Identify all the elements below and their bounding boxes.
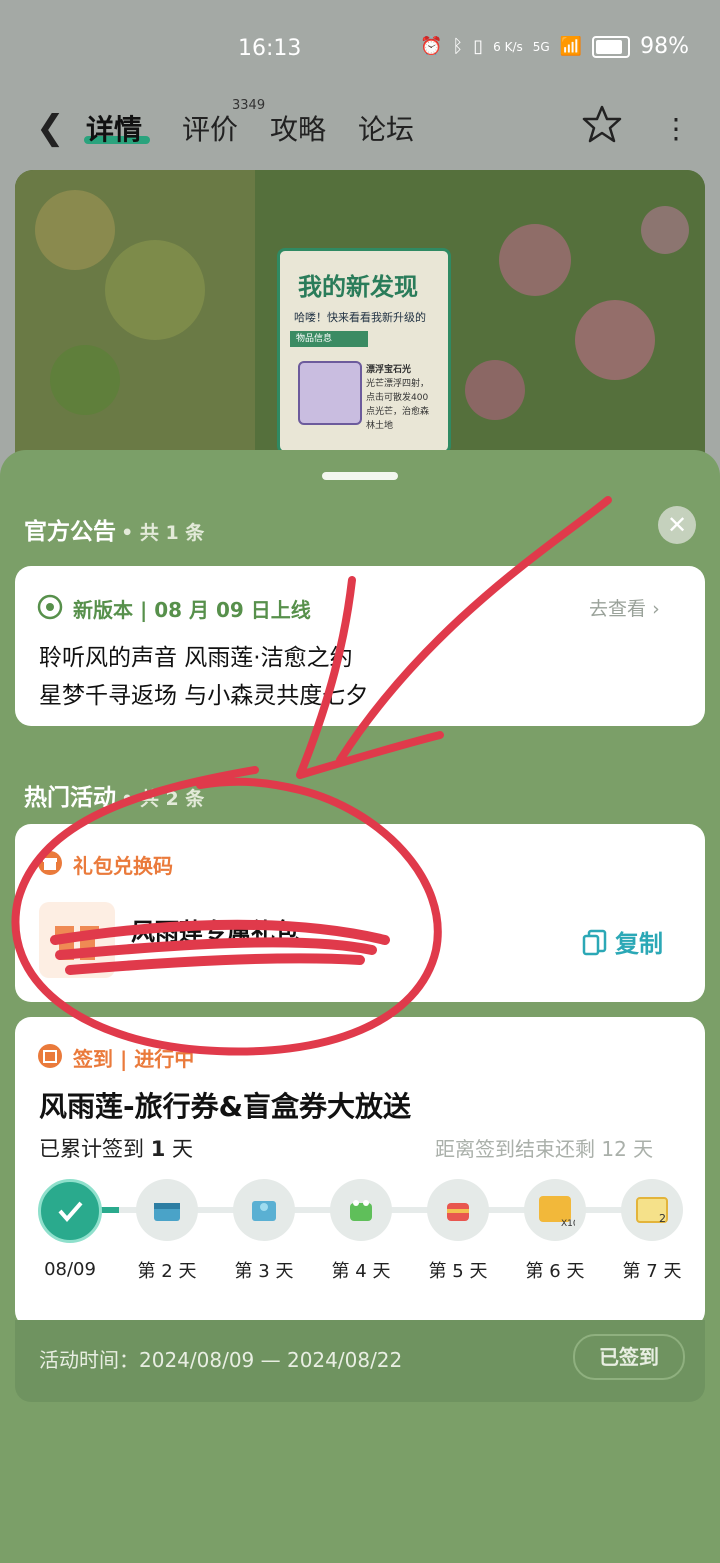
checkin-day-7[interactable]: 2 第 7 天 — [619, 1179, 685, 1283]
battery-icon — [592, 35, 631, 58]
announcement-card[interactable]: 新版本 | 08 月 09 日上线 去查看 › 聆听风的声音 风雨莲·洁愈之约 … — [15, 566, 705, 726]
version-label: 新版本 | 08 月 09 日上线 — [73, 598, 311, 622]
reward-box-icon — [427, 1179, 489, 1241]
back-arrow-icon[interactable]: ❮ — [36, 108, 65, 148]
signal-label: 5G — [532, 39, 550, 54]
checkin-day-1[interactable]: 08/09 — [37, 1179, 103, 1280]
status-time: 16:13 — [238, 36, 302, 61]
checkin-day-2[interactable]: 第 2 天 — [134, 1179, 200, 1283]
announcement-line-2: 星梦千寻返场 与小森灵共度七夕 — [39, 683, 369, 709]
review-count-badge: 3349 — [232, 98, 266, 113]
checkin-day-5[interactable]: 第 5 天 — [425, 1179, 491, 1283]
checkin-day-4[interactable]: 第 4 天 — [328, 1179, 394, 1283]
note-item-text: 漂浮宝石光 光芒漂浮四射，点击可散发400点光芒，治愈森林土地 — [366, 363, 436, 433]
status-icons: ⏰ ᛒ ▯ 6 K/s 5G 📶 98% — [420, 34, 689, 59]
acc-days: 1 — [150, 1137, 166, 1161]
note-tag: 物品信息 — [290, 331, 368, 347]
gem-item-icon — [298, 361, 362, 425]
day-label: 第 6 天 — [525, 1261, 585, 1282]
item-name: 漂浮宝石光 — [366, 365, 412, 375]
tab-details[interactable]: 详情 — [86, 108, 142, 148]
net-speed: 6 K/s — [493, 39, 523, 54]
checkin-day-6[interactable]: X10 第 6 天 — [522, 1179, 588, 1283]
day-label: 第 2 天 — [137, 1261, 197, 1282]
announcement-count: • 共 1 条 — [121, 522, 205, 544]
check-icon — [38, 1179, 102, 1243]
checkin-accumulated: 已累计签到 1 天 — [39, 1133, 193, 1163]
update-icon — [37, 594, 63, 620]
discovery-note-card: 我的新发现 哈喽！快来看看我新升级的 物品信息 漂浮宝石光 光芒漂浮四射，点击可… — [277, 248, 451, 454]
note-subtitle: 哈喽！快来看看我新升级的 — [294, 311, 426, 324]
sheet-drag-handle[interactable] — [322, 472, 398, 480]
gift-name: 风雨莲专属礼包 — [131, 918, 299, 946]
chevron-right-icon: › — [652, 598, 660, 620]
note-title: 我的新发现 — [298, 273, 418, 301]
tab-reviews[interactable]: 评价 — [182, 108, 238, 148]
view-link-label: 去查看 — [589, 598, 647, 620]
checkin-title: 风雨莲-旅行券&盲盒券大放送 — [39, 1090, 412, 1123]
day-label: 第 3 天 — [234, 1261, 294, 1282]
signal-icon: 📶 — [559, 36, 583, 57]
checkin-card[interactable]: 签到 | 进行中 风雨莲-旅行券&盲盒券大放送 已累计签到 1 天 距离签到结束… — [15, 1017, 705, 1327]
calendar-icon — [38, 1044, 62, 1068]
status-bar: 16:13 ⏰ ᛒ ▯ 6 K/s 5G 📶 98% — [0, 0, 720, 90]
checkin-day-3[interactable]: 第 3 天 — [231, 1179, 297, 1283]
svg-text:2: 2 — [659, 1212, 666, 1225]
reward-ticket-x10-icon: X10 — [524, 1179, 586, 1241]
activities-count: • 共 2 条 — [121, 788, 205, 810]
copy-button[interactable]: 复制 — [581, 924, 663, 959]
announcement-line-1: 聆听风的声音 风雨莲·洁愈之约 — [39, 645, 353, 671]
vibrate-icon: ▯ — [473, 36, 484, 57]
reward-chest-icon — [136, 1179, 198, 1241]
game-banner-image[interactable]: 我的新发现 哈喽！快来看看我新升级的 物品信息 漂浮宝石光 光芒漂浮四射，点击可… — [15, 170, 705, 470]
gift-code-label: 礼包兑换码 — [73, 854, 173, 878]
view-link[interactable]: 去查看 › — [589, 594, 660, 621]
tab-guides[interactable]: 攻略 — [270, 108, 326, 148]
day-label: 08/09 — [44, 1259, 96, 1280]
signed-button[interactable]: 已签到 — [573, 1334, 685, 1380]
announcement-title: 官方公告 — [24, 519, 116, 545]
activities-header: 热门活动 • 共 2 条 — [24, 778, 204, 812]
more-options-icon[interactable]: ⋮ — [662, 112, 690, 145]
top-nav: ❮ 详情 评价 3349 攻略 论坛 ⋮ — [0, 90, 720, 160]
gift-icon — [38, 851, 62, 875]
reward-frog-icon — [330, 1179, 392, 1241]
copy-icon — [582, 929, 607, 955]
close-icon[interactable]: ✕ — [658, 506, 696, 544]
announcement-header: 官方公告 • 共 1 条 — [24, 512, 204, 546]
acc-prefix: 已累计签到 — [39, 1137, 151, 1161]
favorite-star-icon[interactable] — [582, 104, 622, 148]
day-label: 第 4 天 — [331, 1261, 391, 1282]
copy-label: 复制 — [615, 930, 663, 958]
tab-forum[interactable]: 论坛 — [358, 108, 414, 148]
acc-suffix: 天 — [165, 1137, 193, 1161]
reward-ticket-x2-icon: 2 — [621, 1179, 683, 1241]
item-desc: 光芒漂浮四射，点击可散发400点光芒，治愈森林土地 — [366, 379, 430, 431]
checkin-status-tag: 签到 | 进行中 — [73, 1047, 195, 1071]
activities-title: 热门活动 — [24, 785, 116, 811]
bluetooth-icon: ᛒ — [452, 36, 464, 57]
gift-code-card[interactable]: 礼包兑换码 风雨莲专属礼包 复制 — [15, 824, 705, 1002]
reward-pack-icon — [233, 1179, 295, 1241]
activity-time: 活动时间：2024/08/09 — 2024/08/22 — [39, 1348, 403, 1372]
checkin-remaining: 距离签到结束还剩 12 天 — [435, 1137, 654, 1161]
alarm-icon: ⏰ — [420, 36, 443, 57]
battery-percent: 98% — [640, 34, 690, 59]
svg-text:X10: X10 — [561, 1219, 575, 1229]
gift-box-icon — [39, 902, 115, 978]
day-label: 第 5 天 — [428, 1261, 488, 1282]
day-label: 第 7 天 — [622, 1261, 682, 1282]
activity-footer: 活动时间：2024/08/09 — 2024/08/22 已签到 — [15, 1320, 705, 1402]
